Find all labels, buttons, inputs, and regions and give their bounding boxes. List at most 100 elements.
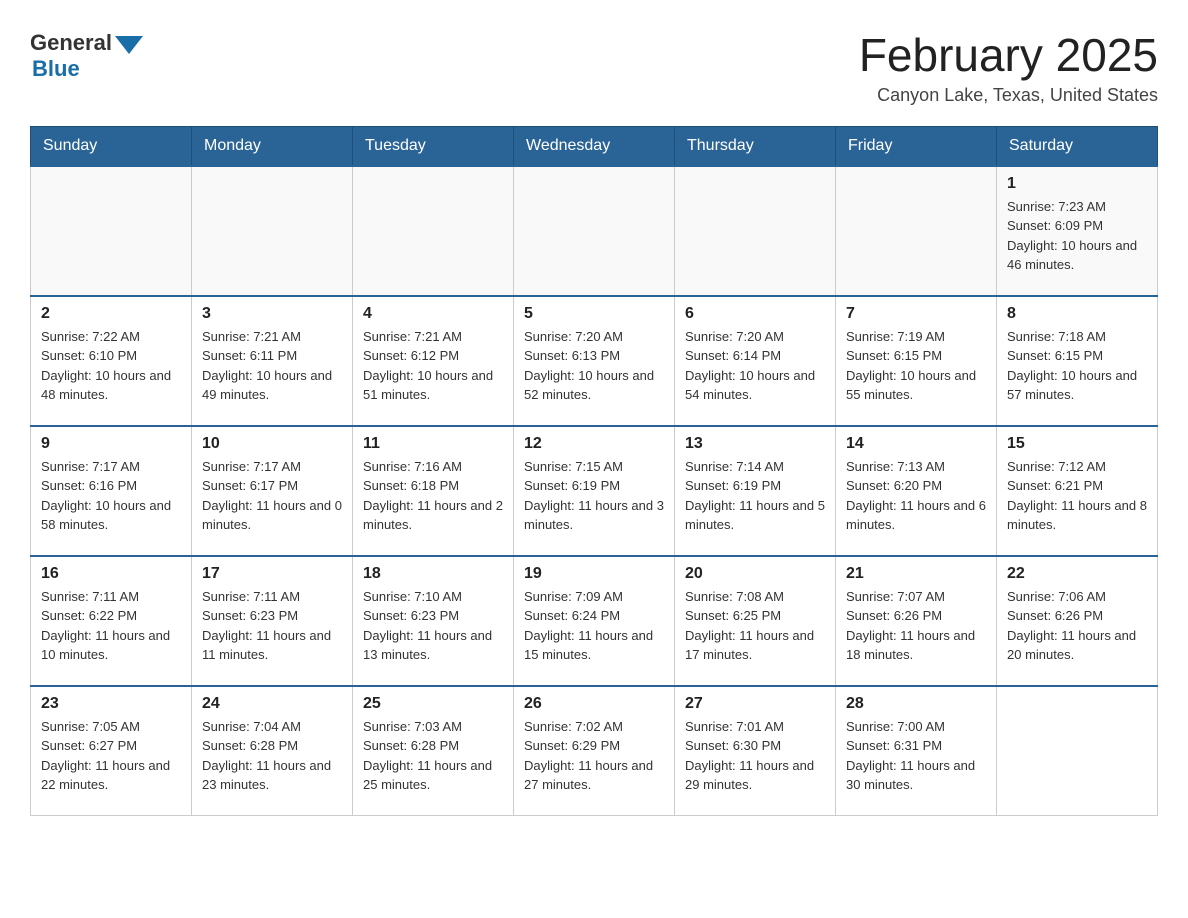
calendar-cell: 11 Sunrise: 7:16 AMSunset: 6:18 PMDayligh…	[353, 426, 514, 556]
day-number: 9	[41, 435, 181, 453]
calendar-cell	[192, 166, 353, 296]
calendar-cell: 16 Sunrise: 7:11 AMSunset: 6:22 PMDayligh…	[31, 556, 192, 686]
day-info: Sunrise: 7:00 AMSunset: 6:31 PMDaylight:…	[846, 717, 986, 795]
day-number: 14	[846, 435, 986, 453]
calendar-cell: 27 Sunrise: 7:01 AMSunset: 6:30 PMDayligh…	[675, 686, 836, 816]
day-number: 17	[202, 565, 342, 583]
calendar-cell: 7Sunrise: 7:19 AMSunset: 6:15 PMDaylight…	[836, 296, 997, 426]
day-number: 25	[363, 695, 503, 713]
day-info: Sunrise: 7:09 AMSunset: 6:24 PMDaylight:…	[524, 587, 664, 665]
day-number: 13	[685, 435, 825, 453]
calendar-cell	[31, 166, 192, 296]
day-number: 19	[524, 565, 664, 583]
calendar-table: SundayMondayTuesdayWednesdayThursdayFrid…	[30, 126, 1158, 817]
day-number: 28	[846, 695, 986, 713]
header-monday: Monday	[192, 126, 353, 166]
header-wednesday: Wednesday	[514, 126, 675, 166]
header-friday: Friday	[836, 126, 997, 166]
day-number: 24	[202, 695, 342, 713]
day-number: 15	[1007, 435, 1147, 453]
day-number: 11	[363, 435, 503, 453]
day-info: Sunrise: 7:14 AMSunset: 6:19 PMDaylight:…	[685, 457, 825, 535]
day-number: 5	[524, 305, 664, 323]
day-info: Sunrise: 7:13 AMSunset: 6:20 PMDaylight:…	[846, 457, 986, 535]
day-info: Sunrise: 7:12 AMSunset: 6:21 PMDaylight:…	[1007, 457, 1147, 535]
calendar-cell: 19 Sunrise: 7:09 AMSunset: 6:24 PMDayligh…	[514, 556, 675, 686]
day-number: 27	[685, 695, 825, 713]
calendar-cell: 26 Sunrise: 7:02 AMSunset: 6:29 PMDayligh…	[514, 686, 675, 816]
calendar-cell: 1 Sunrise: 7:23 AMSunset: 6:09 PMDaylight…	[997, 166, 1158, 296]
day-number: 18	[363, 565, 503, 583]
calendar-cell: 24 Sunrise: 7:04 AMSunset: 6:28 PMDayligh…	[192, 686, 353, 816]
logo: General Blue	[30, 30, 143, 82]
day-number: 4	[363, 305, 503, 323]
header-saturday: Saturday	[997, 126, 1158, 166]
calendar-cell: 23Sunrise: 7:05 AMSunset: 6:27 PMDayligh…	[31, 686, 192, 816]
calendar-cell	[836, 166, 997, 296]
day-number: 3	[202, 305, 342, 323]
day-info: Sunrise: 7:18 AMSunset: 6:15 PMDaylight:…	[1007, 327, 1147, 405]
week-row-1: 1 Sunrise: 7:23 AMSunset: 6:09 PMDaylight…	[31, 166, 1158, 296]
day-info: Sunrise: 7:22 AMSunset: 6:10 PMDaylight:…	[41, 327, 181, 405]
logo-general-text: General	[30, 30, 112, 56]
day-info: Sunrise: 7:03 AMSunset: 6:28 PMDaylight:…	[363, 717, 503, 795]
day-number: 8	[1007, 305, 1147, 323]
header-tuesday: Tuesday	[353, 126, 514, 166]
day-info: Sunrise: 7:11 AMSunset: 6:22 PMDaylight:…	[41, 587, 181, 665]
calendar-cell: 20 Sunrise: 7:08 AMSunset: 6:25 PMDayligh…	[675, 556, 836, 686]
calendar-cell	[514, 166, 675, 296]
day-number: 20	[685, 565, 825, 583]
day-number: 7	[846, 305, 986, 323]
calendar-cell: 10Sunrise: 7:17 AMSunset: 6:17 PMDayligh…	[192, 426, 353, 556]
calendar-subtitle: Canyon Lake, Texas, United States	[859, 85, 1158, 106]
day-info: Sunrise: 7:15 AMSunset: 6:19 PMDaylight:…	[524, 457, 664, 535]
week-row-3: 9 Sunrise: 7:17 AMSunset: 6:16 PMDaylight…	[31, 426, 1158, 556]
calendar-cell	[997, 686, 1158, 816]
title-section: February 2025 Canyon Lake, Texas, United…	[859, 30, 1158, 106]
calendar-cell: 3 Sunrise: 7:21 AMSunset: 6:11 PMDaylight…	[192, 296, 353, 426]
page-header: General Blue February 2025 Canyon Lake, …	[30, 30, 1158, 106]
calendar-cell: 6Sunrise: 7:20 AMSunset: 6:14 PMDaylight…	[675, 296, 836, 426]
calendar-cell: 28 Sunrise: 7:00 AMSunset: 6:31 PMDayligh…	[836, 686, 997, 816]
day-info: Sunrise: 7:01 AMSunset: 6:30 PMDaylight:…	[685, 717, 825, 795]
day-number: 26	[524, 695, 664, 713]
day-info: Sunrise: 7:21 AMSunset: 6:11 PMDaylight:…	[202, 327, 342, 405]
day-info: Sunrise: 7:05 AMSunset: 6:27 PMDaylight:…	[41, 717, 181, 795]
day-number: 2	[41, 305, 181, 323]
calendar-cell: 2 Sunrise: 7:22 AMSunset: 6:10 PMDaylight…	[31, 296, 192, 426]
day-info: Sunrise: 7:20 AMSunset: 6:13 PMDaylight:…	[524, 327, 664, 405]
day-number: 16	[41, 565, 181, 583]
day-number: 21	[846, 565, 986, 583]
calendar-cell: 18 Sunrise: 7:10 AMSunset: 6:23 PMDayligh…	[353, 556, 514, 686]
calendar-cell: 13 Sunrise: 7:14 AMSunset: 6:19 PMDayligh…	[675, 426, 836, 556]
calendar-title: February 2025	[859, 30, 1158, 81]
day-info: Sunrise: 7:08 AMSunset: 6:25 PMDaylight:…	[685, 587, 825, 665]
day-info: Sunrise: 7:07 AMSunset: 6:26 PMDaylight:…	[846, 587, 986, 665]
week-row-5: 23Sunrise: 7:05 AMSunset: 6:27 PMDayligh…	[31, 686, 1158, 816]
day-info: Sunrise: 7:23 AMSunset: 6:09 PMDaylight:…	[1007, 197, 1147, 275]
day-info: Sunrise: 7:10 AMSunset: 6:23 PMDaylight:…	[363, 587, 503, 665]
day-number: 12	[524, 435, 664, 453]
calendar-cell: 15 Sunrise: 7:12 AMSunset: 6:21 PMDayligh…	[997, 426, 1158, 556]
day-info: Sunrise: 7:06 AMSunset: 6:26 PMDaylight:…	[1007, 587, 1147, 665]
calendar-cell: 9 Sunrise: 7:17 AMSunset: 6:16 PMDaylight…	[31, 426, 192, 556]
logo-blue-text: Blue	[32, 56, 143, 82]
day-info: Sunrise: 7:11 AMSunset: 6:23 PMDaylight:…	[202, 587, 342, 665]
day-info: Sunrise: 7:02 AMSunset: 6:29 PMDaylight:…	[524, 717, 664, 795]
calendar-cell: 25 Sunrise: 7:03 AMSunset: 6:28 PMDayligh…	[353, 686, 514, 816]
header-sunday: Sunday	[31, 126, 192, 166]
calendar-cell: 8 Sunrise: 7:18 AMSunset: 6:15 PMDaylight…	[997, 296, 1158, 426]
day-info: Sunrise: 7:17 AMSunset: 6:16 PMDaylight:…	[41, 457, 181, 535]
calendar-cell: 4 Sunrise: 7:21 AMSunset: 6:12 PMDaylight…	[353, 296, 514, 426]
calendar-cell: 5 Sunrise: 7:20 AMSunset: 6:13 PMDaylight…	[514, 296, 675, 426]
day-info: Sunrise: 7:16 AMSunset: 6:18 PMDaylight:…	[363, 457, 503, 535]
calendar-cell: 21 Sunrise: 7:07 AMSunset: 6:26 PMDayligh…	[836, 556, 997, 686]
weekday-header-row: SundayMondayTuesdayWednesdayThursdayFrid…	[31, 126, 1158, 166]
day-number: 22	[1007, 565, 1147, 583]
header-thursday: Thursday	[675, 126, 836, 166]
day-info: Sunrise: 7:21 AMSunset: 6:12 PMDaylight:…	[363, 327, 503, 405]
day-number: 1	[1007, 175, 1147, 193]
day-info: Sunrise: 7:04 AMSunset: 6:28 PMDaylight:…	[202, 717, 342, 795]
calendar-cell	[353, 166, 514, 296]
calendar-cell: 12 Sunrise: 7:15 AMSunset: 6:19 PMDayligh…	[514, 426, 675, 556]
